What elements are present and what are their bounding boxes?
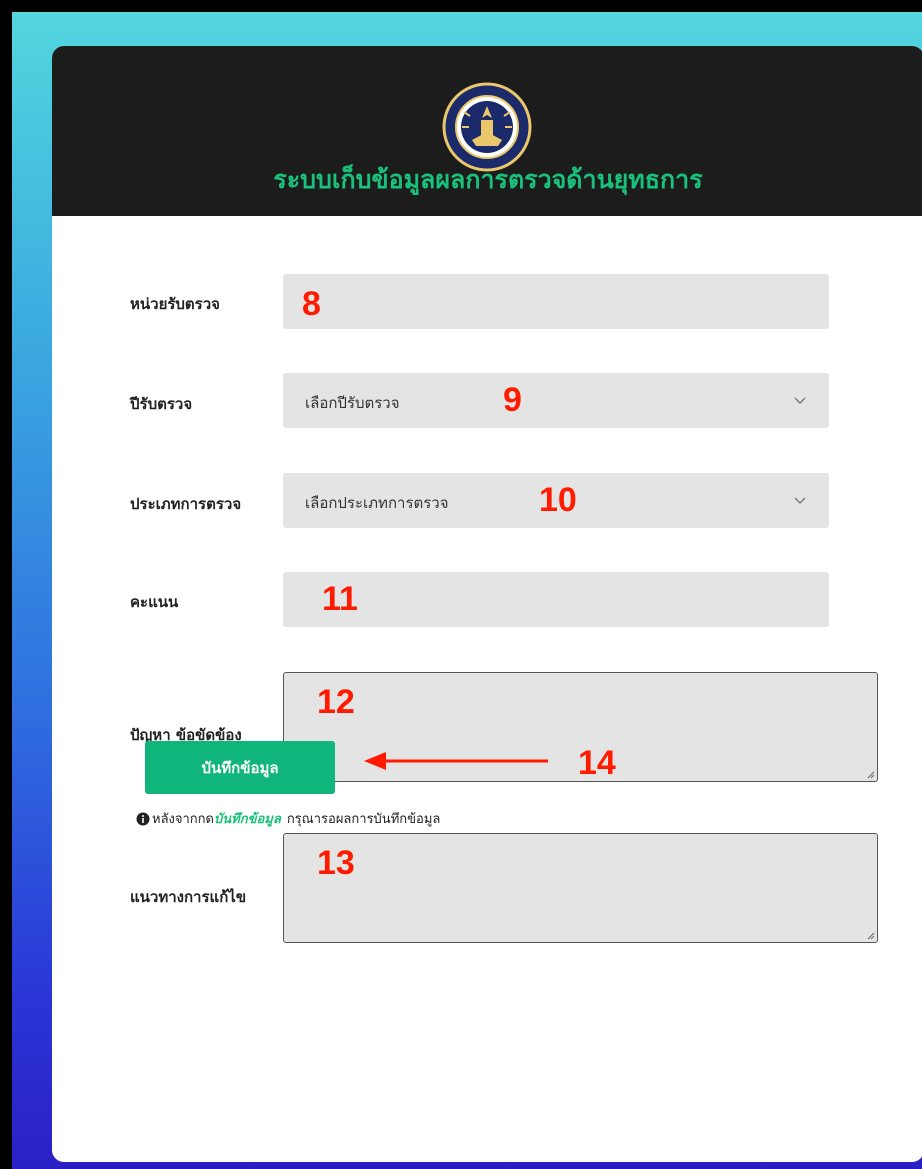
annotation-9: 9: [503, 381, 522, 419]
unit-label: หน่วยรับตรวจ: [130, 295, 220, 313]
score-label: คะแนน: [130, 593, 179, 611]
page-header: ระบบเก็บข้อมูลผลการตรวจด้านยุทธการ: [52, 46, 922, 216]
chevron-down-icon: [794, 497, 806, 504]
chevron-down-icon: [794, 397, 806, 404]
type-select-value: เลือกประเภทการตรวจ: [305, 494, 449, 512]
background-gradient: ระบบเก็บข้อมูลผลการตรวจด้านยุทธการ หน่วย…: [12, 12, 922, 1169]
page-title: ระบบเก็บข้อมูลผลการตรวจด้านยุทธการ: [273, 165, 703, 194]
year-label: ปีรับตรวจ: [130, 395, 193, 413]
save-button[interactable]: บันทึกข้อมูล: [145, 741, 335, 794]
year-select-value: เลือกปีรับตรวจ: [305, 394, 400, 412]
naval-seal-icon: [442, 82, 532, 172]
annotation-10: 10: [539, 481, 577, 519]
info-icon: [136, 812, 150, 825]
score-input[interactable]: [283, 572, 829, 627]
note-suffix: กรุณารอผลการบันทึกข้อมูล: [286, 812, 441, 827]
note-emphasis: บันทึกข้อมูล: [214, 812, 281, 827]
annotation-arrow: [364, 752, 548, 770]
annotation-12: 12: [317, 683, 355, 721]
annotation-8: 8: [302, 285, 321, 323]
annotation-11: 11: [322, 580, 358, 618]
resize-handle-icon[interactable]: [865, 769, 875, 779]
resize-handle-icon[interactable]: [865, 930, 875, 940]
form-card: ระบบเก็บข้อมูลผลการตรวจด้านยุทธการ หน่วย…: [52, 46, 922, 1162]
solutions-textarea[interactable]: [283, 833, 878, 943]
solutions-label: แนวทางการแก้ไข: [130, 888, 247, 906]
annotation-14: 14: [578, 744, 616, 782]
annotation-13: 13: [317, 844, 355, 882]
unit-input[interactable]: [283, 274, 829, 329]
save-note: หลังจากกด บันทึกข้อมูล กรุณารอผลการบันทึ…: [136, 808, 440, 829]
note-prefix: หลังจากกด: [152, 812, 214, 827]
type-label: ประเภทการตรวจ: [130, 495, 242, 513]
year-select[interactable]: เลือกปีรับตรวจ: [283, 373, 829, 428]
